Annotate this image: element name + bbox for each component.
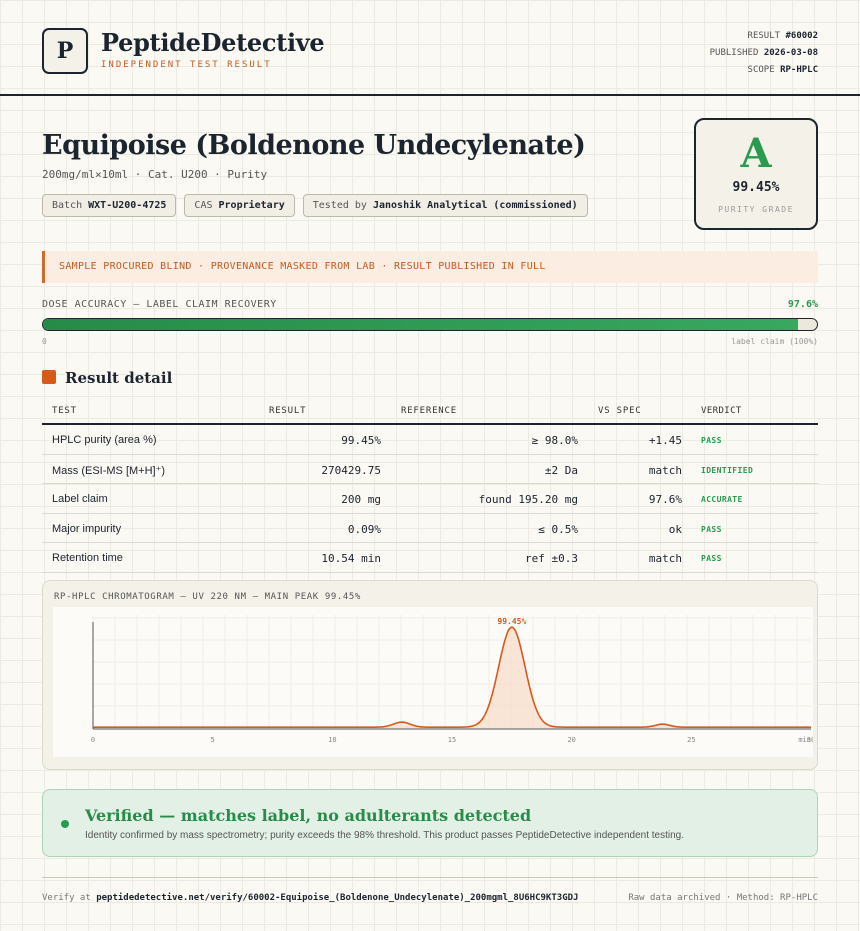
header-verdict: VERDICT	[701, 406, 742, 416]
verify-label: Verify at	[42, 893, 91, 903]
product-title: Equipoise (Boldenone Undecylenate)	[42, 130, 586, 161]
product-chips: Batch WXT-U200-4725 CAS Proprietary Test…	[42, 194, 588, 217]
batch-chip: Batch WXT-U200-4725	[42, 194, 177, 217]
purity-grade-card: A 99.45% PURITY GRADE	[694, 118, 818, 230]
cell-test: Major impurity	[52, 522, 122, 535]
chromatogram-title: RP-HPLC CHROMATOGRAM — UV 220 NM — MAIN …	[54, 592, 361, 602]
brand-subtitle: INDEPENDENT TEST RESULT	[101, 60, 272, 70]
cell-verdict: IDENTIFIED	[701, 465, 754, 475]
x-unit-label: min	[798, 736, 811, 744]
dose-accuracy-bar	[42, 318, 818, 331]
header-result: RESULT	[269, 406, 307, 416]
cell-verdict: PASS	[701, 436, 722, 445]
chip-value: WXT-U200-4725	[88, 200, 167, 211]
results-table: TEST RESULT REFERENCE VS SPEC VERDICT HP…	[42, 397, 818, 573]
brand-name: PeptideDetective	[101, 28, 325, 57]
table-row: Label claim 200 mg found 195.20 mg 97.6%…	[42, 484, 818, 514]
header-reference: REFERENCE	[401, 406, 457, 416]
cell-verdict: ACCURATE	[701, 495, 743, 504]
x-tick-label: 10	[328, 736, 336, 744]
header-test: TEST	[52, 406, 77, 416]
dose-accuracy-fill	[43, 319, 799, 330]
section-title: Result detail	[65, 369, 173, 387]
grade-value: 99.45%	[732, 180, 780, 195]
cell-verdict: PASS	[701, 554, 722, 563]
result-id: #60002	[785, 31, 818, 41]
cell-result: 10.54 min	[321, 552, 381, 565]
verified-dot-icon	[61, 820, 69, 828]
section-marker	[42, 370, 56, 384]
footer-method: Raw data archived · Method: RP-HPLC	[628, 893, 818, 903]
chip-label: Tested by	[312, 200, 367, 211]
verified-title: Verified — matches label, no adulterants…	[85, 806, 532, 825]
cell-reference: ±2 Da	[544, 463, 578, 477]
table-header: TEST RESULT REFERENCE VS SPEC VERDICT	[42, 397, 818, 425]
chip-value: Proprietary	[218, 200, 285, 211]
verify-url: peptidedetective.net/verify/60002-Equipo…	[96, 893, 579, 903]
x-tick-label: 25	[687, 736, 695, 744]
x-tick-label: 15	[448, 736, 456, 744]
cas-chip: CAS Proprietary	[184, 194, 295, 217]
x-tick-label: 20	[567, 736, 575, 744]
chromatogram-svg: 99.45%051015202530min	[91, 615, 815, 744]
header-vs-spec: VS SPEC	[598, 406, 642, 416]
product-subtitle: 200mg/ml×10ml · Cat. U200 · Purity	[42, 168, 268, 181]
chip-label: Batch	[52, 200, 83, 211]
report-header: P PeptideDetective INDEPENDENT TEST RESU…	[0, 0, 860, 96]
x-tick-label: 0	[91, 736, 95, 744]
cell-reference: ≤ 0.5%	[538, 522, 578, 536]
table-row: Retention time 10.54 min ref ±0.3 match …	[42, 543, 818, 573]
scope-value: RP-HPLC	[780, 65, 818, 75]
cell-test: Mass (ESI-MS [M+H]⁺)	[52, 464, 166, 477]
cell-vs-spec: ok	[668, 522, 682, 536]
table-row: Major impurity 0.09% ≤ 0.5% ok PASS	[42, 514, 818, 543]
cell-test: HPLC purity (area %)	[52, 434, 157, 446]
chip-value: Janoshik Analytical (commissioned)	[372, 200, 578, 211]
cell-vs-spec: match	[648, 463, 682, 477]
cell-test: Label claim	[52, 493, 108, 505]
tested-by-chip: Tested by Janoshik Analytical (commissio…	[302, 194, 588, 217]
result-label: RESULT	[747, 31, 781, 41]
result-meta: RESULT #60002 PUBLISHED 2026-03-08 SCOPE…	[710, 28, 818, 79]
main-peak-area	[93, 627, 811, 728]
cell-reference: ≥ 98.0%	[531, 434, 578, 447]
cell-result: 99.45%	[341, 434, 381, 447]
cell-reference: ref ±0.3	[525, 552, 578, 565]
cell-vs-spec: 97.6%	[648, 493, 682, 506]
cell-result: 0.09%	[347, 522, 381, 536]
chip-label: CAS	[194, 200, 213, 211]
cell-vs-spec: +1.45	[648, 434, 682, 447]
verified-description: Identity confirmed by mass spectrometry;…	[85, 830, 685, 841]
cell-reference: found 195.20 mg	[478, 493, 578, 506]
x-tick-label: 5	[211, 736, 215, 744]
dose-accuracy-value: 97.6%	[787, 299, 818, 310]
cell-verdict: PASS	[701, 524, 722, 534]
published-date: 2026-03-08	[763, 48, 818, 58]
chromatogram-panel: RP-HPLC CHROMATOGRAM — UV 220 NM — MAIN …	[42, 580, 818, 770]
table-row: Mass (ESI-MS [M+H]⁺) 270429.75 ±2 Da mat…	[42, 455, 818, 484]
brand-logo: P	[42, 28, 88, 74]
dose-bar-max-label: label claim (100%)	[731, 337, 818, 346]
peak-label: 99.45%	[497, 617, 526, 626]
cell-vs-spec: match	[648, 552, 682, 565]
blind-notice-banner: SAMPLE PROCURED BLIND · PROVENANCE MASKE…	[42, 251, 818, 283]
cell-result: 270429.75	[321, 463, 381, 477]
dose-accuracy-label: DOSE ACCURACY — LABEL CLAIM RECOVERY	[42, 299, 277, 310]
scope-label: SCOPE	[747, 65, 775, 75]
footer-divider	[42, 877, 818, 878]
verified-banner: Verified — matches label, no adulterants…	[42, 789, 818, 857]
chromatogram-trace	[93, 626, 811, 728]
chromatogram-plot: 99.45%051015202530min	[53, 607, 815, 757]
dose-bar-min-label: 0	[42, 337, 47, 346]
cell-test: Retention time	[52, 552, 123, 564]
footer-verify: Verify at peptidedetective.net/verify/60…	[42, 893, 578, 903]
published-label: PUBLISHED	[709, 48, 759, 58]
grade-label: PURITY GRADE	[718, 205, 794, 214]
cell-result: 200 mg	[341, 493, 381, 506]
table-row: HPLC purity (area %) 99.45% ≥ 98.0% +1.4…	[42, 425, 818, 455]
grade-letter: A	[740, 130, 772, 177]
